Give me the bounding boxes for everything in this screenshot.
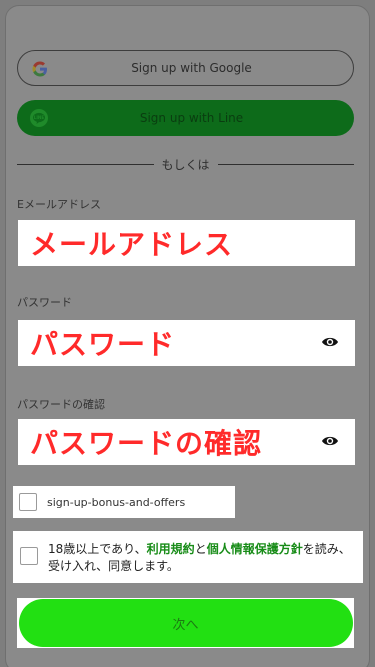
google-signup-button[interactable]: Sign up with Google — [17, 50, 354, 86]
or-divider: もしくは — [17, 155, 355, 173]
line-icon: LINE — [30, 109, 48, 127]
bonus-offers-label: sign-up-bonus-and-offers — [47, 495, 186, 509]
password-annotation: パスワード — [30, 328, 176, 361]
next-button[interactable]: 次へ — [18, 599, 353, 647]
confirm-password-annotation: パスワードの確認 — [30, 427, 263, 460]
privacy-policy-link[interactable]: 個人情報保護方針 — [207, 542, 303, 556]
email-annotation: メールアドレス — [30, 228, 234, 261]
divider-line-left — [17, 163, 154, 165]
bonus-offers-option[interactable]: sign-up-bonus-and-offers — [13, 486, 235, 518]
next-button-area: 次へ — [17, 598, 354, 648]
divider-text: もしくは — [161, 157, 210, 172]
terms-checkbox[interactable] — [20, 547, 38, 565]
email-field[interactable]: メールアドレス — [18, 220, 355, 266]
terms-of-use-link[interactable]: 利用規約 — [147, 542, 195, 556]
line-signup-label: Sign up with Line — [139, 111, 244, 125]
bonus-offers-checkbox[interactable] — [19, 493, 37, 511]
show-confirm-password-eye-icon[interactable] — [321, 434, 339, 448]
next-button-label: 次へ — [172, 617, 199, 633]
show-password-eye-icon[interactable] — [321, 335, 339, 349]
terms-prefix: 18歳以上であり、 — [48, 542, 147, 556]
confirm-password-field[interactable]: パスワードの確認 — [18, 419, 355, 465]
svg-text:LINE: LINE — [34, 115, 45, 120]
password-label: パスワード — [17, 296, 72, 309]
line-signup-button[interactable]: LINE Sign up with Line — [17, 100, 354, 136]
password-field[interactable]: パスワード — [18, 320, 355, 366]
confirm-password-label: パスワードの確認 — [17, 398, 105, 411]
google-icon — [32, 61, 47, 77]
email-label: Eメールアドレス — [17, 198, 101, 211]
divider-line-right — [217, 163, 355, 165]
terms-middle: と — [194, 542, 207, 556]
google-signup-label: Sign up with Google — [131, 61, 252, 75]
terms-text: 18歳以上であり、利用規約と個人情報保護方針を読み、受け入れ、同意します。 — [48, 541, 358, 575]
terms-option[interactable]: 18歳以上であり、利用規約と個人情報保護方針を読み、受け入れ、同意します。 — [13, 531, 363, 583]
